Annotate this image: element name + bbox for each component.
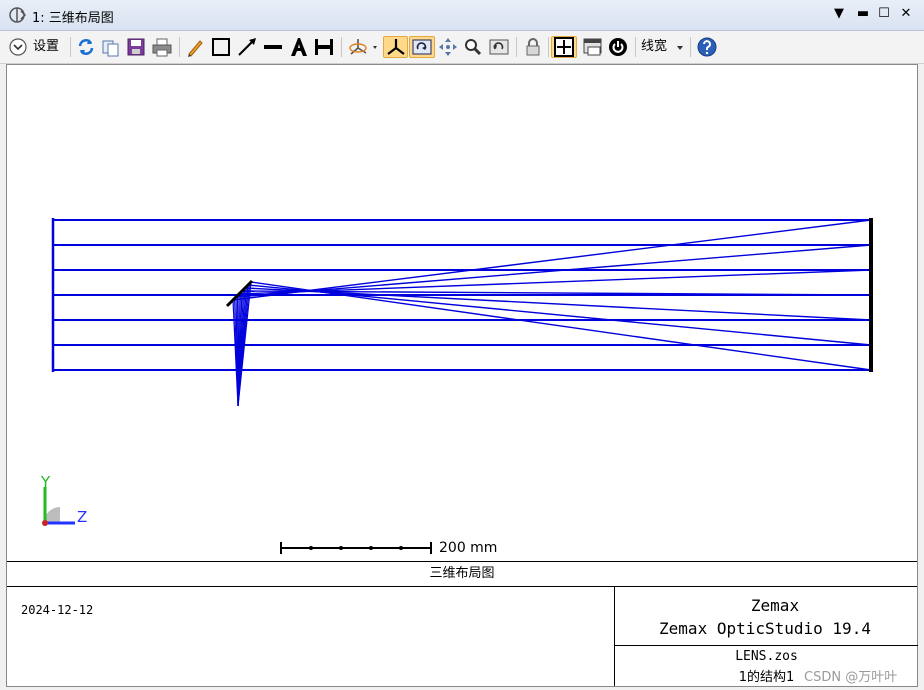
window-icon — [583, 38, 602, 56]
toolbar-separator — [341, 37, 342, 57]
ray-trace-group — [51, 218, 873, 407]
copy-button[interactable] — [101, 36, 121, 58]
window-menu-button[interactable]: ▼ — [830, 5, 848, 23]
draw-pencil-button[interactable] — [185, 36, 205, 58]
linewidth-dropdown[interactable]: 线宽 — [641, 36, 687, 58]
copy-icon — [102, 40, 119, 57]
toolbar: 设置 线宽 — [0, 31, 924, 64]
rotate-3d-dropdown[interactable] — [347, 36, 379, 58]
file-label: LENS.zos — [735, 649, 798, 664]
info-divider — [615, 645, 918, 646]
power-icon — [609, 38, 627, 56]
pan-button[interactable] — [437, 36, 459, 58]
reflected-ray — [238, 269, 872, 295]
rectangle-icon — [212, 38, 230, 56]
refresh-icon — [78, 39, 94, 55]
auto-update-button[interactable] — [607, 36, 629, 58]
draw-dimension-button[interactable] — [313, 36, 335, 58]
rotate-3d-icon — [349, 39, 377, 55]
date-label: 2024-12-12 — [21, 603, 94, 617]
zoom-button[interactable] — [463, 36, 483, 58]
line-icon — [264, 45, 282, 49]
toolbar-separator — [516, 37, 517, 57]
refresh-button[interactable] — [76, 36, 96, 58]
maximize-button[interactable]: ☐ — [875, 5, 893, 23]
settings-button[interactable]: 设置 — [8, 36, 68, 58]
rotate-view-button[interactable] — [409, 36, 435, 58]
reflected-ray — [232, 219, 872, 301]
ray-trace-plot: Y Z — [40, 218, 873, 554]
coordinate-axes: Y Z — [40, 473, 87, 526]
help-button[interactable] — [696, 36, 718, 58]
toolbar-separator — [690, 37, 691, 57]
window-title: 1: 三维布局图 — [32, 11, 114, 26]
x-axis-point — [42, 520, 48, 526]
scale-bar — [280, 542, 432, 554]
chevron-down-icon — [677, 46, 683, 50]
pencil-icon — [188, 40, 203, 57]
grid-icon — [554, 37, 574, 57]
settings-label: 设置 — [33, 39, 60, 54]
watermark: CSDN @万叶叶 — [804, 670, 898, 685]
print-icon — [152, 38, 172, 57]
save-icon — [127, 38, 145, 56]
window-titlebar: 1: 三维布局图 ▼ ▬ ☐ ✕ — [0, 0, 924, 31]
save-button[interactable] — [126, 36, 146, 58]
toolbar-separator — [70, 37, 71, 57]
toolbar-separator — [635, 37, 636, 57]
print-button[interactable] — [151, 36, 173, 58]
y-axis-label: Y — [40, 473, 51, 491]
pan-icon — [439, 38, 457, 56]
settings-chevron-icon — [9, 38, 27, 56]
grid-toggle-button[interactable] — [551, 36, 577, 58]
toolbar-separator — [179, 37, 180, 57]
draw-arrow-button[interactable] — [236, 36, 258, 58]
draw-rectangle-button[interactable] — [210, 36, 232, 58]
arrow-line-icon — [238, 38, 256, 56]
z-axis-label: Z — [77, 508, 87, 526]
layout-window-icon — [8, 6, 27, 24]
lock-button[interactable] — [522, 36, 544, 58]
zoom-icon — [465, 39, 482, 56]
close-button[interactable]: ✕ — [897, 5, 915, 23]
lock-icon — [526, 38, 540, 56]
window-options-button[interactable] — [582, 36, 604, 58]
rotate-view-icon — [412, 39, 432, 55]
plot-title: 三维布局图 — [7, 561, 917, 587]
company-label: Zemax — [750, 596, 800, 615]
reset-view-icon — [489, 39, 509, 55]
layout-canvas[interactable]: Y Z 200 mm 三维布局图 2024-12-12 Zemax Zemax … — [6, 64, 918, 687]
scale-label: 200 mm — [439, 540, 498, 556]
help-icon — [697, 37, 717, 57]
product-label: Zemax OpticStudio 19.4 — [659, 619, 871, 638]
dimension-icon — [315, 39, 333, 55]
minimize-button[interactable]: ▬ — [854, 5, 872, 23]
draw-text-button[interactable] — [288, 36, 310, 58]
toolbar-separator — [548, 37, 549, 57]
linewidth-label: 线宽 — [641, 39, 668, 54]
axes-icon — [387, 39, 405, 55]
draw-line-button[interactable] — [262, 36, 284, 58]
reset-view-button[interactable] — [488, 36, 510, 58]
axes-view-button[interactable] — [383, 36, 408, 58]
text-icon — [291, 38, 307, 56]
